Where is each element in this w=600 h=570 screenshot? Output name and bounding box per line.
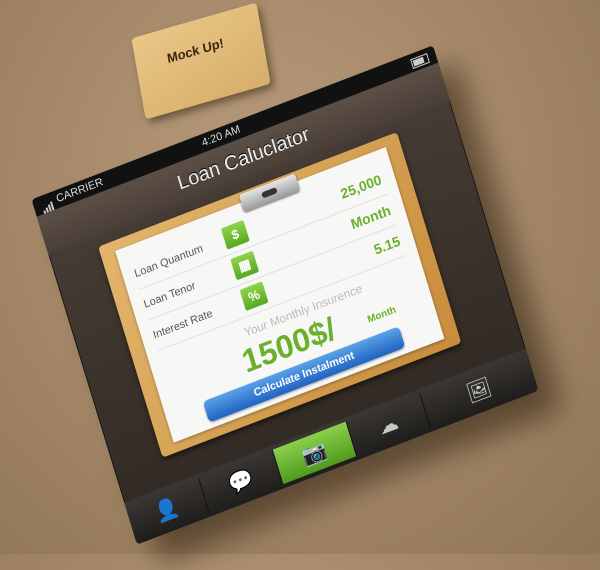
phone-device: CARRIER 4:20 AM Loan Caluclator Loan Qua… bbox=[31, 45, 563, 564]
instalment-unit: Month bbox=[366, 304, 398, 326]
mock-up-note: Mock Up! bbox=[131, 2, 271, 120]
mockup-scene: CARRIER 4:20 AM Loan Caluclator Loan Qua… bbox=[0, 0, 600, 564]
mock-up-label: Mock Up! bbox=[165, 35, 225, 67]
percent-icon[interactable]: % bbox=[239, 281, 269, 312]
interest-rate-value[interactable]: 5.15 bbox=[372, 233, 402, 258]
calendar-icon[interactable]: ▦ bbox=[230, 250, 260, 281]
dollar-icon[interactable]: $ bbox=[220, 219, 250, 250]
